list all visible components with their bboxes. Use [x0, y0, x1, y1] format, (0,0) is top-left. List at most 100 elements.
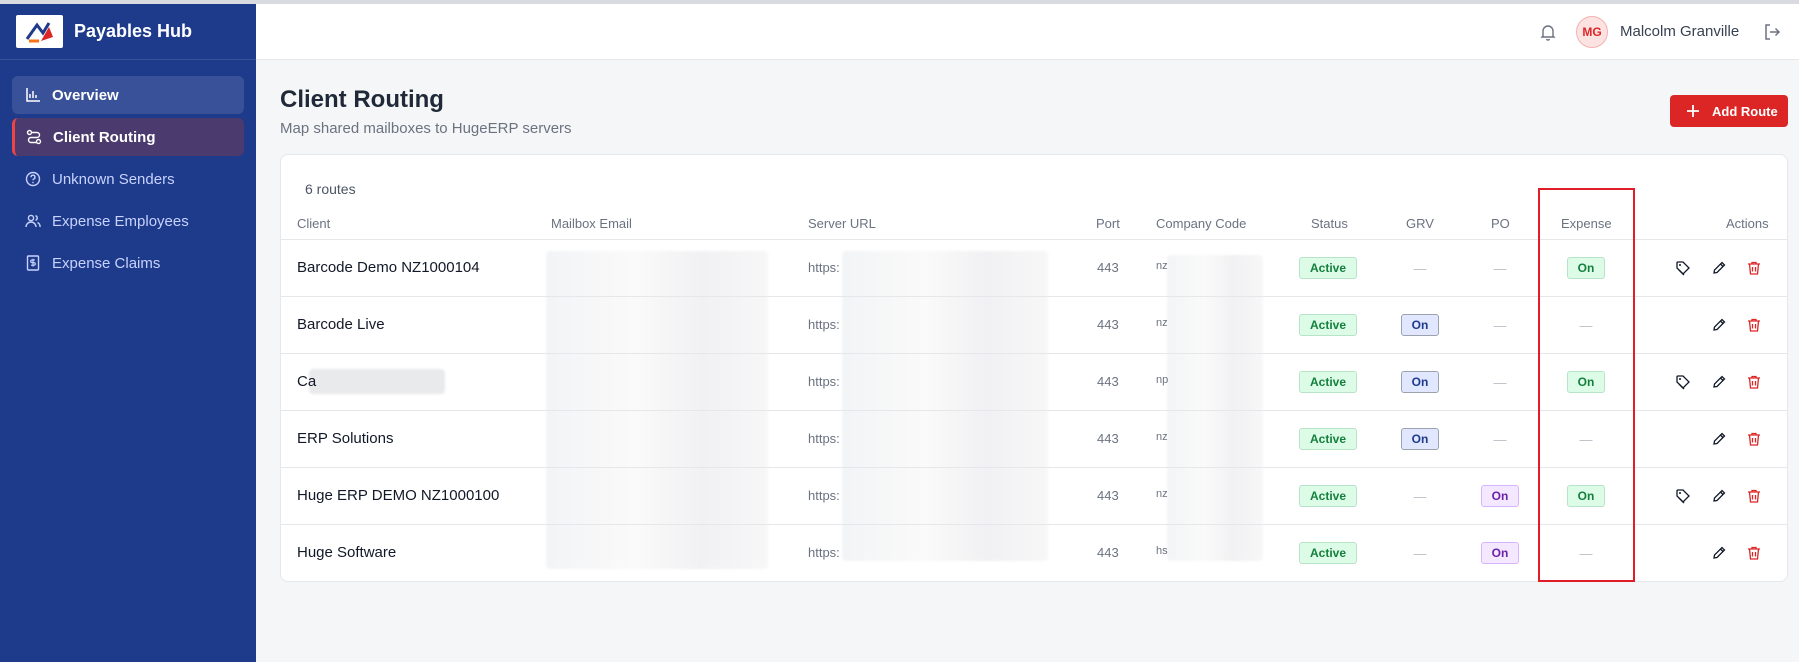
column-header-port: Port — [1096, 216, 1120, 231]
port: 443 — [1097, 431, 1119, 446]
redacted-company-column — [1167, 255, 1263, 561]
server-url: https: — [808, 545, 840, 560]
sidebar-item-label: Unknown Senders — [52, 170, 175, 188]
edit-icon[interactable] — [1711, 431, 1727, 447]
tag-icon[interactable] — [1675, 260, 1691, 276]
company-code: nz — [1156, 431, 1168, 443]
delete-icon[interactable] — [1746, 488, 1762, 504]
company-code: nz — [1156, 317, 1168, 329]
status-badge: Active — [1299, 542, 1357, 564]
port: 443 — [1097, 374, 1119, 389]
po-badge-empty: — — [1493, 432, 1507, 447]
grv-badge-empty: — — [1413, 261, 1427, 276]
redacted-client-name — [309, 369, 445, 394]
sidebar: Payables Hub Overview Client Routing Unk… — [0, 4, 256, 662]
edit-icon[interactable] — [1711, 488, 1727, 504]
port: 443 — [1097, 317, 1119, 332]
po-badge-empty: — — [1493, 375, 1507, 390]
client-name: Barcode Demo NZ1000104 — [297, 259, 480, 276]
po-badge-empty: — — [1493, 261, 1507, 276]
grv-badge: On — [1401, 428, 1439, 450]
column-header-actions: Actions — [1726, 216, 1769, 231]
company-code: nz — [1156, 488, 1168, 500]
sidebar-item-unknown-senders[interactable]: Unknown Senders — [12, 160, 244, 198]
port: 443 — [1097, 488, 1119, 503]
tag-icon[interactable] — [1675, 374, 1691, 390]
client-name: Ca — [297, 373, 317, 390]
column-header-mailbox-email: Mailbox Email — [551, 216, 632, 231]
port: 443 — [1097, 260, 1119, 275]
logout-icon[interactable] — [1762, 22, 1782, 42]
grv-badge-empty: — — [1413, 489, 1427, 504]
column-header-status: Status — [1311, 216, 1348, 231]
sidebar-item-overview[interactable]: Overview — [12, 76, 244, 114]
edit-icon[interactable] — [1711, 545, 1727, 561]
plus-icon — [1687, 105, 1699, 117]
user-name: Malcolm Granville — [1620, 23, 1740, 40]
receipt-icon — [26, 255, 40, 271]
avatar[interactable]: MG — [1576, 16, 1608, 48]
add-route-button[interactable]: Add Route — [1670, 95, 1788, 127]
bar-chart-icon — [26, 88, 40, 102]
server-url: https: — [808, 431, 840, 446]
grv-badge-empty: — — [1413, 546, 1427, 561]
server-url: https: — [808, 317, 840, 332]
status-badge: Active — [1299, 428, 1357, 450]
question-circle-icon — [25, 171, 41, 187]
app-name: Payables Hub — [74, 21, 193, 41]
client-name: Huge ERP DEMO NZ1000100 — [297, 487, 500, 504]
expense-column-highlight — [1538, 188, 1635, 582]
status-badge: Active — [1299, 371, 1357, 393]
sidebar-item-expense-claims[interactable]: Expense Claims — [12, 244, 244, 282]
users-icon — [25, 214, 41, 228]
status-badge: Active — [1299, 314, 1357, 336]
sidebar-item-expense-employees[interactable]: Expense Employees — [12, 202, 244, 240]
po-badge: On — [1481, 485, 1519, 507]
sidebar-item-label: Client Routing — [53, 128, 156, 146]
delete-icon[interactable] — [1746, 260, 1762, 276]
edit-icon[interactable] — [1711, 317, 1727, 333]
status-badge: Active — [1299, 485, 1357, 507]
server-url: https: — [808, 374, 840, 389]
server-url: https: — [808, 488, 840, 503]
column-header-po: PO — [1491, 216, 1510, 231]
port: 443 — [1097, 545, 1119, 560]
column-header-server-url: Server URL — [808, 216, 876, 231]
column-header-company-code: Company Code — [1156, 216, 1247, 231]
po-badge: On — [1481, 542, 1519, 564]
bell-icon[interactable] — [1538, 22, 1558, 42]
delete-icon[interactable] — [1746, 431, 1762, 447]
client-name: ERP Solutions — [297, 430, 394, 447]
company-code: nz — [1156, 260, 1168, 272]
server-url: https: — [808, 260, 840, 275]
company-code: hs — [1156, 545, 1168, 557]
client-name: Barcode Live — [297, 316, 385, 333]
po-badge-empty: — — [1493, 318, 1507, 333]
sidebar-item-label: Expense Employees — [52, 212, 189, 230]
company-code: np — [1156, 374, 1169, 386]
page-title: Client Routing — [280, 86, 444, 113]
top-bar: MG Malcolm Granville — [256, 4, 1799, 60]
page-subtitle: Map shared mailboxes to HugeERP servers — [280, 120, 572, 137]
status-badge: Active — [1299, 257, 1357, 279]
brand: Payables Hub — [0, 4, 256, 60]
delete-icon[interactable] — [1746, 317, 1762, 333]
edit-icon[interactable] — [1711, 260, 1727, 276]
routing-icon — [26, 129, 42, 145]
client-name: Huge Software — [297, 544, 397, 561]
add-route-label: Add Route — [1712, 103, 1778, 119]
sidebar-item-client-routing[interactable]: Client Routing — [12, 118, 244, 156]
grv-badge: On — [1401, 314, 1439, 336]
sidebar-item-label: Expense Claims — [52, 254, 161, 272]
app-logo — [16, 15, 63, 48]
route-count: 6 routes — [305, 181, 356, 197]
redacted-server-column — [842, 251, 1048, 561]
grv-badge: On — [1401, 371, 1439, 393]
delete-icon[interactable] — [1746, 545, 1762, 561]
sidebar-item-label: Overview — [52, 86, 119, 104]
column-header-client: Client — [297, 216, 331, 231]
edit-icon[interactable] — [1711, 374, 1727, 390]
tag-icon[interactable] — [1675, 488, 1691, 504]
sidebar-nav: Overview Client Routing Unknown Senders … — [0, 60, 256, 282]
delete-icon[interactable] — [1746, 374, 1762, 390]
